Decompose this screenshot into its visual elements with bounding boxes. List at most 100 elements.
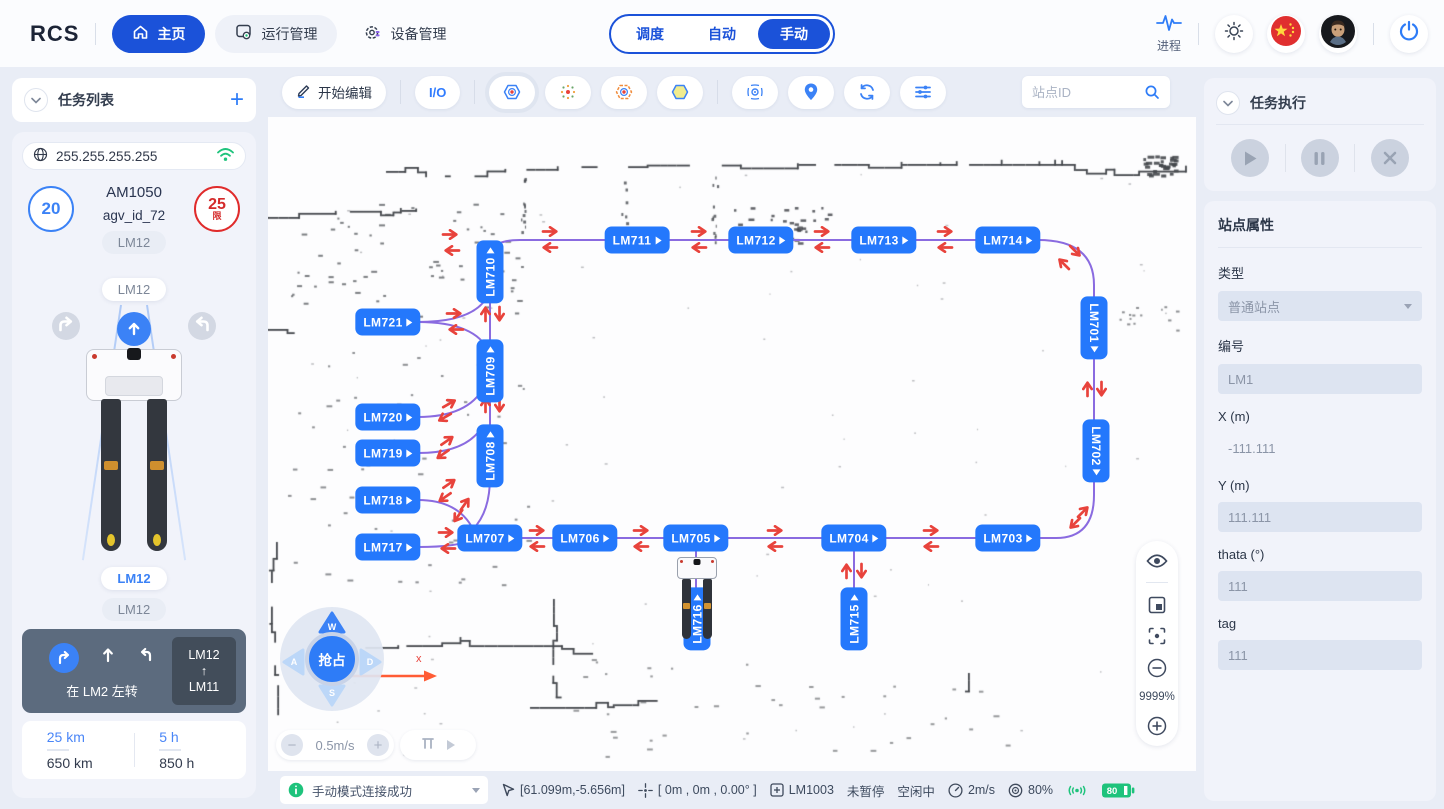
relocate-button[interactable] <box>732 76 778 109</box>
task-pause-button[interactable] <box>1301 139 1339 177</box>
china-flag-icon <box>1271 16 1301 51</box>
io-button[interactable]: I/O <box>415 76 460 109</box>
task-play-button[interactable] <box>1231 139 1269 177</box>
station-node[interactable]: LM714 <box>975 227 1040 254</box>
zoom-in-button[interactable] <box>1147 716 1167 736</box>
y-field[interactable]: 111.111 <box>1218 502 1422 532</box>
map-canvas[interactable]: LM711 LM712 LM713 LM714 LM710 LM721 LM709 LM720… <box>268 117 1196 771</box>
station-node[interactable]: LM721 <box>355 309 420 336</box>
process-button[interactable]: 进程 <box>1156 13 1182 54</box>
up-arrow-icon <box>126 321 142 337</box>
joystick-down-key[interactable]: S <box>317 683 347 707</box>
sliders-icon <box>913 82 933 102</box>
connection-status-dropdown[interactable]: 手动模式连接成功 <box>280 776 488 804</box>
station-node[interactable]: LM708 <box>477 424 504 487</box>
station-node[interactable]: LM706 <box>552 525 617 552</box>
theme-toggle-button[interactable] <box>1215 15 1253 53</box>
pulse-icon <box>1156 13 1182 36</box>
station-node[interactable]: LM710 <box>477 240 504 303</box>
power-button[interactable] <box>1390 15 1428 53</box>
x-field[interactable]: -111.111 <box>1218 433 1422 463</box>
lane-direction-arrow <box>691 237 708 255</box>
tab-auto[interactable]: 自动 <box>686 19 758 49</box>
minimap-button[interactable] <box>1148 596 1166 614</box>
manual-joystick: W A D S 抢占 <box>280 607 384 711</box>
station-node[interactable]: LM719 <box>355 440 420 467</box>
nav-home-label: 主页 <box>157 24 185 44</box>
tab-manual[interactable]: 手动 <box>758 19 830 49</box>
start-edit-button[interactable]: 开始编辑 <box>282 76 386 109</box>
add-task-button[interactable]: + <box>230 88 244 112</box>
vehicle-ip-field[interactable]: 255.255.255.255 <box>22 142 246 170</box>
type-value: 普通站点 <box>1228 297 1280 316</box>
speed-minus-button[interactable]: − <box>281 734 303 756</box>
station-node[interactable]: LM713 <box>851 227 916 254</box>
speed-plus-button[interactable]: + <box>367 734 389 756</box>
turn-left-icon[interactable] <box>51 311 81 346</box>
go-straight-button[interactable] <box>117 312 151 346</box>
nav-instruction: 在 LM2 左转 <box>66 681 138 700</box>
user-avatar[interactable] <box>1319 15 1357 53</box>
home-icon <box>132 24 149 44</box>
refresh-button[interactable] <box>844 76 890 109</box>
language-flag-button[interactable] <box>1267 15 1305 53</box>
search-icon[interactable] <box>1144 84 1160 100</box>
station-node[interactable]: LM711 <box>605 227 670 254</box>
total-distance: 650 km <box>47 755 109 771</box>
station-node[interactable]: LM712 <box>728 227 793 254</box>
rcs-app: RCS 主页 运行管理 设备管理 调度 自动 手动 进程 <box>0 0 1444 809</box>
layer-points-button[interactable] <box>545 76 591 109</box>
zoom-out-button[interactable] <box>1147 658 1167 678</box>
y-value: 111.111 <box>1228 510 1271 525</box>
locate-button[interactable] <box>788 76 834 109</box>
theta-label: thata (°) <box>1218 547 1422 562</box>
theta-field[interactable]: 111 <box>1218 571 1422 601</box>
station-node[interactable]: LM701 <box>1081 296 1108 359</box>
station-node[interactable]: LM702 <box>1083 419 1110 482</box>
station-node[interactable]: LM704 <box>821 525 886 552</box>
lane-direction-arrow <box>448 319 465 337</box>
joystick-left-key[interactable]: A <box>282 647 306 677</box>
type-select[interactable]: 普通站点 <box>1218 291 1422 321</box>
station-node[interactable]: LM715 <box>841 587 868 650</box>
avatar-image <box>1321 15 1355 53</box>
lane-direction-arrow <box>440 538 457 556</box>
task-cancel-button[interactable] <box>1371 139 1409 177</box>
fork-action-control[interactable] <box>400 730 476 760</box>
collapse-task-exec-button[interactable] <box>1216 91 1240 115</box>
station-node[interactable]: LM717 <box>355 534 420 561</box>
layer-stations-button[interactable] <box>489 76 535 109</box>
vehicle-visualization <box>22 305 246 567</box>
agv-robot-marker[interactable] <box>677 557 717 639</box>
collapse-button[interactable] <box>24 88 48 112</box>
seize-control-button[interactable]: 抢占 <box>305 632 359 686</box>
tab-dispatch[interactable]: 调度 <box>614 19 686 49</box>
nav-home[interactable]: 主页 <box>112 15 205 53</box>
station-node[interactable]: LM705 <box>663 525 728 552</box>
code-value: LM1 <box>1228 372 1253 387</box>
station-node[interactable]: LM703 <box>975 525 1040 552</box>
station-search-input[interactable] <box>1032 85 1138 100</box>
station-node[interactable]: LM707 <box>457 525 522 552</box>
visibility-button[interactable] <box>1146 553 1168 569</box>
topbar-right: 进程 <box>1156 13 1428 54</box>
station-node[interactable]: LM718 <box>355 487 420 514</box>
layer-areas-button[interactable] <box>657 76 703 109</box>
cursor-icon <box>501 783 515 797</box>
code-field[interactable]: LM1 <box>1218 364 1422 394</box>
station-node[interactable]: LM720 <box>355 404 420 431</box>
joystick-right-key[interactable]: D <box>358 647 382 677</box>
nav-operations[interactable]: 运行管理 <box>215 15 337 53</box>
nav-devices-label: 设备管理 <box>390 24 446 44</box>
focus-icon <box>1148 627 1166 645</box>
lane-direction-arrow <box>633 536 650 554</box>
x-value: -111.111 <box>1228 441 1275 456</box>
tag-field[interactable]: 111 <box>1218 640 1422 670</box>
station-node[interactable]: LM709 <box>477 339 504 402</box>
sun-icon <box>1224 21 1244 46</box>
center-focus-button[interactable] <box>1148 627 1166 645</box>
filter-settings-button[interactable] <box>900 76 946 109</box>
turn-right-icon[interactable] <box>187 311 217 346</box>
nav-devices[interactable]: 设备管理 <box>343 15 466 53</box>
layer-zones-button[interactable] <box>601 76 647 109</box>
